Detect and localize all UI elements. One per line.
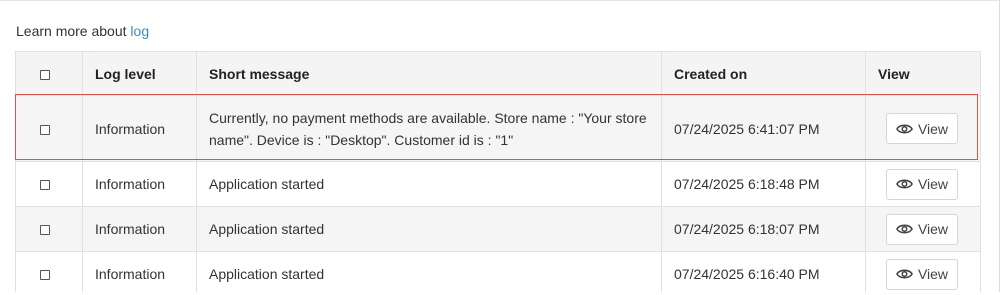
view-cell: View [865,95,981,162]
view-button[interactable]: View [886,213,958,245]
learn-more-text: Learn more about log [16,22,149,40]
eye-icon [896,269,913,279]
log-level-cell: Information [82,206,197,252]
table-row: Information Application started 07/24/20… [15,251,981,295]
view-button-label: View [917,266,949,282]
short-message-cell: Application started [196,161,662,207]
column-header-log-level[interactable]: Log level [82,51,197,96]
column-header-short-message[interactable]: Short message [196,51,662,96]
log-level-cell: Information [82,161,197,207]
view-button[interactable]: View [886,258,958,290]
log-table-header: Log level Short message Created on View [15,51,981,96]
created-on-cell: 07/24/2025 6:41:07 PM [661,95,866,162]
row-select-cell [15,251,83,295]
row-checkbox[interactable] [40,180,50,191]
view-cell: View [865,251,981,295]
view-button-label: View [917,221,949,237]
short-message-cell: Currently, no payment methods are availa… [196,95,662,162]
column-header-view: View [865,51,981,96]
select-all-header [15,51,83,96]
row-select-cell [15,95,83,162]
view-cell: View [865,161,981,207]
view-button[interactable]: View [886,113,958,144]
learn-more-prefix: Learn more about [16,23,127,39]
short-message-cell: Application started [196,251,662,295]
header-row: Log level Short message Created on View [15,51,981,96]
view-cell: View [865,206,981,252]
row-select-cell [15,161,83,207]
eye-icon [896,179,913,189]
row-checkbox[interactable] [40,124,50,135]
created-on-cell: 07/24/2025 6:16:40 PM [661,251,866,295]
log-help-link[interactable]: log [130,23,149,39]
created-on-cell: 07/24/2025 6:18:48 PM [661,161,866,207]
column-header-created-on[interactable]: Created on [661,51,866,96]
table-row: Information Application started 07/24/20… [15,206,981,252]
view-button[interactable]: View [886,168,958,200]
eye-icon [896,224,913,234]
eye-icon [896,124,913,133]
view-button-label: View [917,176,949,192]
table-row: Information Application started 07/24/20… [15,161,981,207]
table-row: Information Currently, no payment method… [15,95,981,162]
log-level-cell: Information [82,95,197,162]
view-button-label: View [917,120,949,137]
short-message-cell: Application started [196,206,662,252]
log-table-body: Information Currently, no payment method… [15,95,981,295]
log-level-cell: Information [82,251,197,295]
log-table: Log level Short message Created on View … [15,51,981,295]
log-page: Learn more about log Log level Short mes… [0,0,1000,295]
select-all-checkbox[interactable] [40,69,50,80]
created-on-cell: 07/24/2025 6:18:07 PM [661,206,866,252]
row-checkbox[interactable] [40,225,50,236]
row-checkbox[interactable] [40,270,50,281]
row-select-cell [15,206,83,252]
